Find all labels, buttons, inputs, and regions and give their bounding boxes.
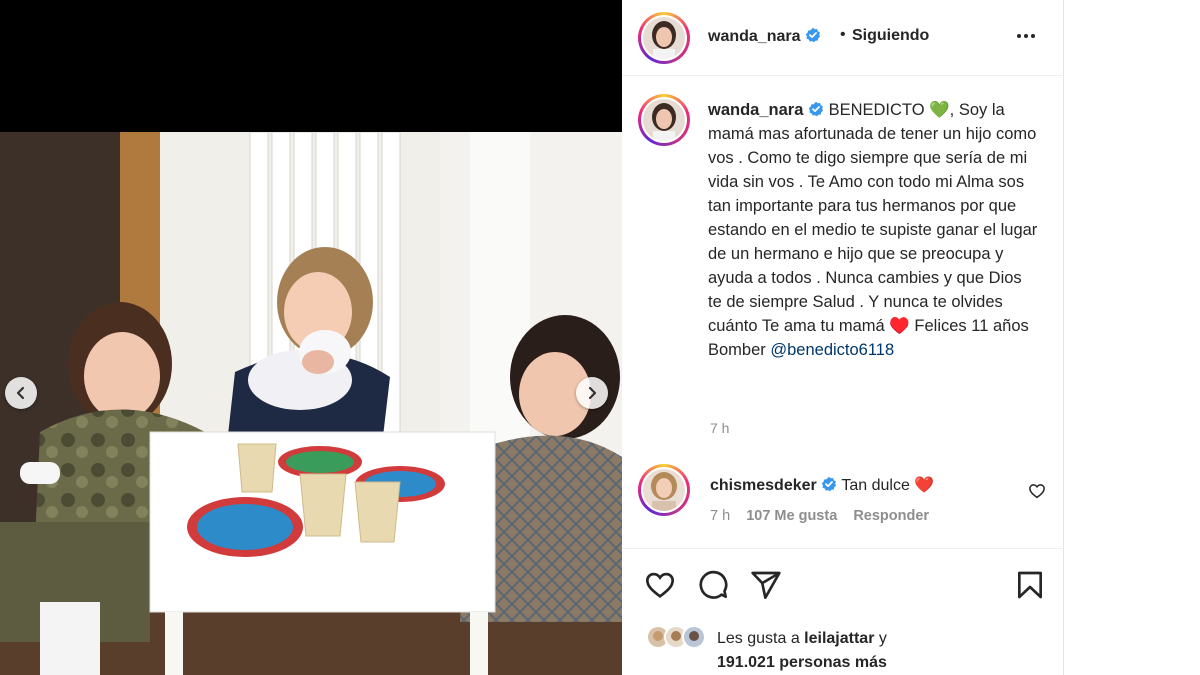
following-button[interactable]: Siguiendo [852,27,929,45]
more-options-icon [1017,34,1035,38]
previous-photo-button[interactable] [5,377,37,409]
reply-button[interactable]: Responder [853,508,929,524]
post-header: wanda_nara • Siguiendo [622,0,1064,76]
avatar [682,625,706,649]
avatar[interactable] [638,12,690,64]
comment-text: Tan dulce ❤️ [841,477,935,494]
comment-meta: 7 h 107 Me gusta Responder [710,508,941,524]
post-timestamp[interactable]: 7 h [710,420,729,436]
post-details-panel: wanda_nara • Siguiendo wanda_nara BENEDI… [622,0,1064,675]
post-media [0,0,622,675]
caption-text: BENEDICTO 💚, Soy la mamá mas afortunada … [708,101,1038,359]
verified-badge-icon [821,476,837,492]
separator-dot: • [840,26,846,43]
send-icon[interactable] [750,569,782,601]
post-author-username[interactable]: wanda_nara [708,27,821,46]
post-actions: Les gusta a leilajattar y 191.021 person… [622,548,1064,675]
likes-count[interactable]: 191.021 personas más [717,654,887,671]
liker-username[interactable]: leilajattar [804,630,874,647]
page-background [1064,0,1200,675]
caption-avatar[interactable] [638,94,690,146]
likes-prefix: Les gusta a [717,630,805,647]
username-text[interactable]: wanda_nara [708,28,800,45]
comment-time[interactable]: 7 h [710,508,730,524]
comment-item: chismesdeker Tan dulce ❤️ 7 h 107 Me gus… [622,462,1064,542]
verified-badge-icon [808,101,823,117]
chevron-right-icon [588,386,597,400]
comment-icon[interactable] [697,569,729,601]
next-photo-button[interactable] [576,377,608,409]
chevron-left-icon [16,386,25,400]
likes-text: Les gusta a leilajattar y 191.021 person… [717,627,887,675]
more-options-button[interactable] [1014,24,1042,48]
post-caption: wanda_nara BENEDICTO 💚, Soy la mamá mas … [708,98,1038,362]
comment-heart-icon[interactable] [1028,482,1046,500]
verified-badge-icon [805,27,820,43]
likes-suffix: y [874,630,887,647]
bookmark-icon[interactable] [1014,569,1046,601]
commenter-username[interactable]: chismesdeker [710,477,817,494]
caption-mention-link[interactable]: @benedicto6118 [770,341,894,359]
caption-username[interactable]: wanda_nara [708,101,803,119]
heart-icon[interactable] [644,569,676,601]
commenter-avatar[interactable] [638,464,690,516]
liker-avatars[interactable] [646,625,710,649]
post-photo[interactable] [0,132,622,675]
comment-likes-count[interactable]: 107 Me gusta [746,508,837,524]
comment-content: chismesdeker Tan dulce ❤️ [710,475,934,495]
